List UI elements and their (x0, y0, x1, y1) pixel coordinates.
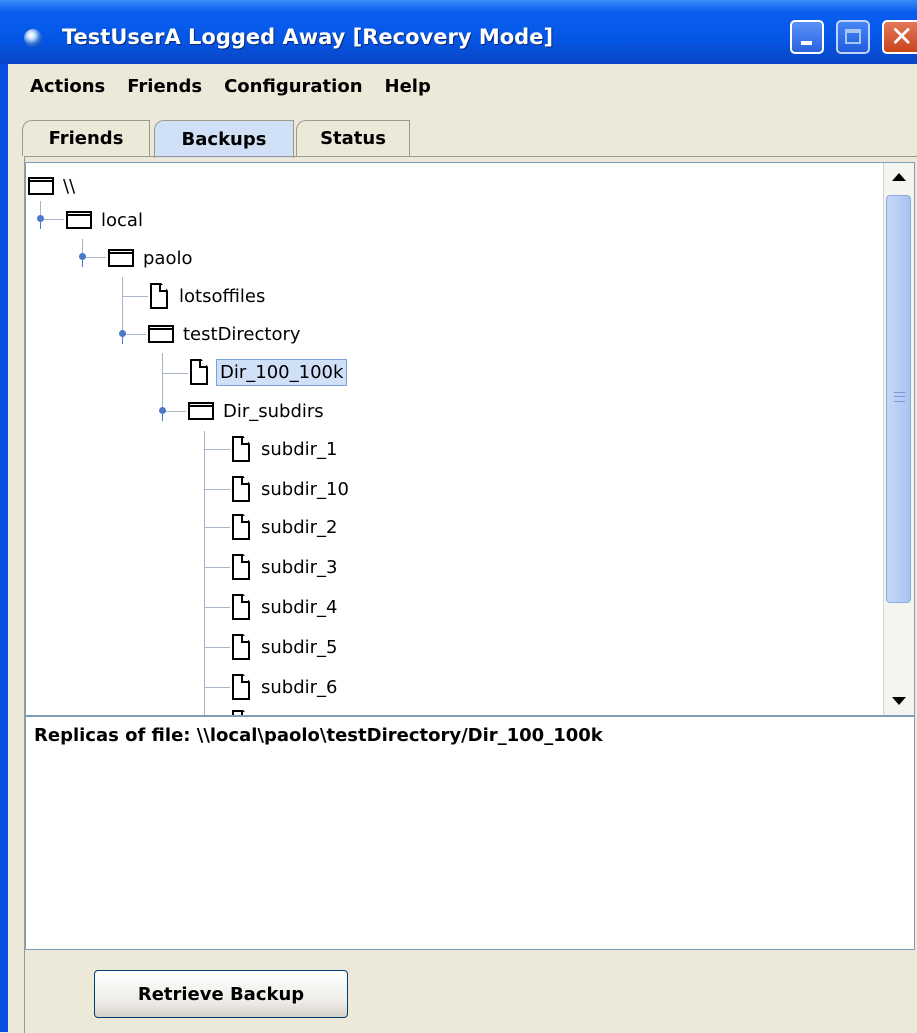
title-bar[interactable]: TestUserA Logged Away [Recovery Mode] ✕ (0, 0, 917, 64)
tree-connector (162, 353, 163, 411)
folder-icon (148, 325, 174, 343)
tree-connector (204, 489, 230, 490)
tree-node-subdir-2[interactable]: subdir_2 (232, 512, 341, 542)
tree-node-subdir-6[interactable]: subdir_6 (232, 672, 341, 702)
tree-node-label: subdir_1 (261, 438, 338, 460)
expand-toggle-testdirectory[interactable] (119, 330, 126, 344)
file-icon (232, 476, 250, 502)
folder-icon (188, 402, 214, 420)
backup-tree-view[interactable]: \\ local paolo lotsoffiles testDirectory (25, 162, 915, 716)
minimize-button[interactable] (790, 20, 824, 54)
expand-toggle-local[interactable] (37, 215, 44, 229)
window-title: TestUserA Logged Away [Recovery Mode] (62, 25, 554, 49)
expand-toggle-dir-subdirs[interactable] (159, 407, 166, 421)
menu-friends[interactable]: Friends (127, 76, 202, 97)
tree-node-subdir-3[interactable]: subdir_3 (232, 552, 341, 582)
maximize-button[interactable] (836, 20, 870, 54)
tree-vertical-scrollbar[interactable] (883, 163, 914, 715)
tree-connector (204, 567, 230, 568)
tree-node-subdir-5[interactable]: subdir_5 (232, 632, 341, 662)
tree-node-label: local (101, 209, 143, 231)
tree-connector (204, 687, 230, 688)
scroll-up-arrow-icon[interactable] (884, 163, 914, 193)
menu-configuration[interactable]: Configuration (224, 76, 362, 97)
close-icon: ✕ (890, 20, 914, 53)
tree-node-label: subdir_5 (261, 636, 338, 658)
tree-node-testdirectory[interactable]: testDirectory (148, 319, 304, 349)
tree-node-partial (232, 708, 258, 715)
tree-node-label: subdir_6 (261, 676, 338, 698)
replicas-label: Replicas of file: \\local\paolo\testDire… (34, 725, 603, 746)
replicas-panel: Replicas of file: \\local\paolo\testDire… (25, 716, 915, 950)
tree-node-label: Dir_subdirs (223, 400, 324, 422)
file-icon (232, 634, 250, 660)
tab-backups[interactable]: Backups (154, 120, 294, 158)
tree-node-label: subdir_3 (261, 556, 338, 578)
tree-connector (122, 296, 148, 297)
tree-node-subdir-1[interactable]: subdir_1 (232, 434, 341, 464)
tab-friends[interactable]: Friends (22, 120, 150, 156)
menu-help[interactable]: Help (385, 76, 431, 97)
scroll-down-arrow-icon[interactable] (884, 685, 914, 715)
menu-actions[interactable]: Actions (30, 76, 105, 97)
folder-icon (108, 249, 134, 267)
window-content: Actions Friends Configuration Help Frien… (8, 64, 917, 1033)
close-button[interactable]: ✕ (882, 20, 917, 54)
maximize-icon (845, 29, 861, 44)
tree-connector (204, 647, 230, 648)
retrieve-backup-button[interactable]: Retrieve Backup (94, 970, 348, 1018)
tree-node-dir-100-100k[interactable]: Dir_100_100k (190, 357, 348, 387)
folder-icon (66, 211, 92, 229)
tree-node-local[interactable]: local (66, 205, 146, 235)
tree-node-subdir-10[interactable]: subdir_10 (232, 474, 352, 504)
file-icon (150, 283, 168, 309)
tree-node-dir-subdirs[interactable]: Dir_subdirs (188, 396, 327, 426)
tree-node-paolo[interactable]: paolo (108, 243, 195, 273)
minimize-icon (801, 41, 812, 45)
tree-connector (162, 373, 188, 374)
grip-icon (894, 392, 905, 402)
tree-node-label: \\ (63, 175, 76, 197)
application-window: TestUserA Logged Away [Recovery Mode] ✕ … (0, 0, 917, 1033)
expand-toggle-paolo[interactable] (79, 253, 86, 267)
tree-connector (204, 431, 205, 715)
tree-node-lotsoffiles[interactable]: lotsoffiles (150, 281, 268, 311)
file-icon (232, 436, 250, 462)
scrollbar-thumb[interactable] (886, 195, 911, 603)
folder-icon (28, 177, 54, 195)
tree-connector (204, 607, 230, 608)
tree-connector (122, 277, 123, 335)
tree-node-subdir-4[interactable]: subdir_4 (232, 592, 341, 622)
tree-node-label: subdir_2 (261, 516, 338, 538)
tree-node-label: subdir_4 (261, 596, 338, 618)
tree-node-label: testDirectory (183, 323, 301, 345)
file-icon (232, 554, 250, 580)
tree-node-label: Dir_100_100k (216, 358, 348, 386)
tree-node-label: subdir_10 (261, 478, 349, 500)
file-icon (232, 594, 250, 620)
tree-connector (204, 449, 230, 450)
tree: \\ local paolo lotsoffiles testDirectory (26, 163, 884, 715)
tab-strip: Friends Backups Status (8, 120, 917, 158)
tree-node-label: paolo (143, 247, 193, 269)
tree-node-label: lotsoffiles (179, 285, 266, 307)
file-icon (232, 674, 250, 700)
tree-connector (204, 527, 230, 528)
file-icon (232, 514, 250, 540)
tab-status[interactable]: Status (296, 120, 410, 156)
file-icon (190, 359, 208, 385)
app-globe-icon (24, 29, 42, 47)
menu-bar: Actions Friends Configuration Help (8, 64, 917, 108)
tree-node-root[interactable]: \\ (28, 171, 78, 201)
